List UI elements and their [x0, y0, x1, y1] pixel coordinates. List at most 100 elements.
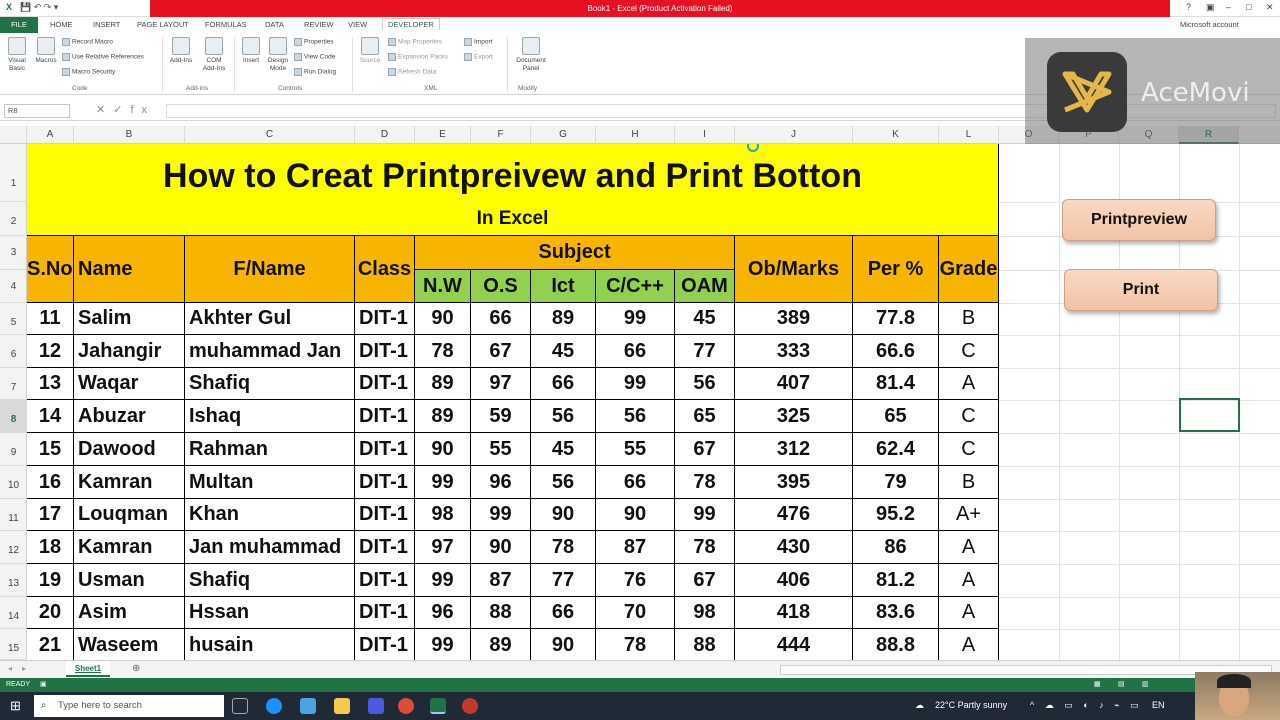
tab-data[interactable]: DATA	[265, 20, 284, 29]
cell-cpp[interactable]: 78	[596, 629, 675, 660]
cell-name[interactable]: Jahangir	[74, 335, 185, 368]
weather-text[interactable]: 22°C Partly sunny	[935, 700, 1007, 710]
cell-cpp[interactable]: 55	[596, 433, 675, 466]
cell-grade[interactable]: A	[939, 564, 999, 597]
cell-per[interactable]: 81.4	[853, 368, 939, 400]
row-header[interactable]: 13	[0, 564, 27, 597]
cell-oam[interactable]: 78	[675, 531, 735, 564]
file-explorer-icon[interactable]	[334, 698, 350, 714]
cell-grade[interactable]: B	[939, 466, 999, 499]
macro-record-icon[interactable]: ▣	[40, 680, 47, 688]
cell-grade[interactable]: A	[939, 597, 999, 629]
print-button[interactable]: Print	[1064, 269, 1218, 311]
column-header[interactable]: B	[74, 126, 185, 144]
row-header[interactable]: 2	[0, 202, 27, 236]
column-header[interactable]: G	[531, 126, 596, 144]
cell-name[interactable]: Salim	[74, 303, 185, 335]
cell-fname[interactable]: husain	[185, 629, 355, 660]
column-header[interactable]: J	[735, 126, 853, 144]
cell-class[interactable]: DIT-1	[355, 466, 415, 499]
import-button[interactable]: Import	[464, 38, 492, 46]
cell-grade[interactable]: C	[939, 400, 999, 433]
normal-view-icon[interactable]: ▦	[1094, 680, 1101, 688]
cell-oam[interactable]: 65	[675, 400, 735, 433]
cell-grade[interactable]: C	[939, 433, 999, 466]
cell-fname[interactable]: Shafiq	[185, 564, 355, 597]
cell-name[interactable]: Waseem	[74, 629, 185, 660]
cell-obmarks[interactable]: 476	[735, 499, 853, 531]
row-header[interactable]: 4	[0, 270, 27, 303]
scroll-left-icon[interactable]: ◂	[8, 664, 12, 673]
cell-ict[interactable]: 89	[531, 303, 596, 335]
cell-sno[interactable]: 18	[27, 531, 74, 564]
chrome-icon[interactable]	[398, 698, 414, 714]
cell-nw[interactable]: 98	[415, 499, 471, 531]
selected-cell[interactable]	[1179, 398, 1240, 432]
cell-cpp[interactable]: 66	[596, 335, 675, 368]
cell-sno[interactable]: 20	[27, 597, 74, 629]
mail-icon[interactable]	[300, 698, 316, 714]
cell-sno[interactable]: 16	[27, 466, 74, 499]
properties-button[interactable]: Properties	[294, 38, 334, 46]
tab-page-layout[interactable]: PAGE LAYOUT	[137, 20, 189, 29]
cell-sno[interactable]: 14	[27, 400, 74, 433]
macros-button[interactable]: Macros	[32, 37, 60, 65]
header-subject-os[interactable]: O.S	[471, 270, 531, 303]
refresh-data-button[interactable]: Refresh Data	[388, 68, 436, 76]
column-header[interactable]: A	[27, 126, 74, 144]
column-header[interactable]: D	[355, 126, 415, 144]
header-fname[interactable]: F/Name	[185, 236, 355, 303]
task-view-icon[interactable]	[232, 698, 248, 714]
tab-developer[interactable]: DEVELOPER	[382, 18, 440, 30]
cell-nw[interactable]: 96	[415, 597, 471, 629]
cell-obmarks[interactable]: 407	[735, 368, 853, 400]
scroll-right-icon[interactable]: ▸	[22, 664, 26, 673]
cell-os[interactable]: 90	[471, 531, 531, 564]
column-header[interactable]: F	[471, 126, 531, 144]
cell-cpp[interactable]: 99	[596, 303, 675, 335]
cell-ict[interactable]: 66	[531, 368, 596, 400]
cell-obmarks[interactable]: 389	[735, 303, 853, 335]
cell-fname[interactable]: Akhter Gul	[185, 303, 355, 335]
cell-fname[interactable]: Rahman	[185, 433, 355, 466]
cell-per[interactable]: 66.6	[853, 335, 939, 368]
cell-per[interactable]: 79	[853, 466, 939, 499]
cell-name[interactable]: Kamran	[74, 466, 185, 499]
cell-oam[interactable]: 99	[675, 499, 735, 531]
cell-per[interactable]: 88.8	[853, 629, 939, 660]
cell-os[interactable]: 55	[471, 433, 531, 466]
row-header[interactable]: 5	[0, 303, 27, 335]
cell-cpp[interactable]: 90	[596, 499, 675, 531]
row-header[interactable]: 1	[0, 144, 27, 202]
header-sno[interactable]: S.No	[27, 236, 74, 303]
tab-formulas[interactable]: FORMULAS	[205, 20, 247, 29]
page-break-icon[interactable]: ▥	[1142, 680, 1149, 688]
cell-class[interactable]: DIT-1	[355, 531, 415, 564]
cell-class[interactable]: DIT-1	[355, 335, 415, 368]
cell-sno[interactable]: 21	[27, 629, 74, 660]
cell-class[interactable]: DIT-1	[355, 433, 415, 466]
cell-os[interactable]: 67	[471, 335, 531, 368]
cell-class[interactable]: DIT-1	[355, 400, 415, 433]
cell-name[interactable]: Dawood	[74, 433, 185, 466]
row-header[interactable]: 14	[0, 597, 27, 629]
view-code-button[interactable]: View Code	[294, 53, 335, 61]
cell-cpp[interactable]: 87	[596, 531, 675, 564]
macro-security-button[interactable]: Macro Security	[62, 68, 115, 76]
cell-obmarks[interactable]: 406	[735, 564, 853, 597]
column-header[interactable]: H	[596, 126, 675, 144]
cell-nw[interactable]: 89	[415, 368, 471, 400]
header-class[interactable]: Class	[355, 236, 415, 303]
cell-name[interactable]: Usman	[74, 564, 185, 597]
account-label[interactable]: Microsoft account	[1180, 20, 1239, 29]
cell-os[interactable]: 59	[471, 400, 531, 433]
cell-ict[interactable]: 77	[531, 564, 596, 597]
page-layout-icon[interactable]: ▤	[1118, 680, 1125, 688]
system-tray-icons[interactable]: ^ ☁ ▭ ◐ ♪ ⌁ ▭	[1030, 700, 1143, 711]
cell-oam[interactable]: 98	[675, 597, 735, 629]
minimize-button[interactable]: –	[1226, 2, 1231, 12]
cell-fname[interactable]: Khan	[185, 499, 355, 531]
cell-sno[interactable]: 19	[27, 564, 74, 597]
column-header[interactable]: C	[185, 126, 355, 144]
cell-class[interactable]: DIT-1	[355, 597, 415, 629]
